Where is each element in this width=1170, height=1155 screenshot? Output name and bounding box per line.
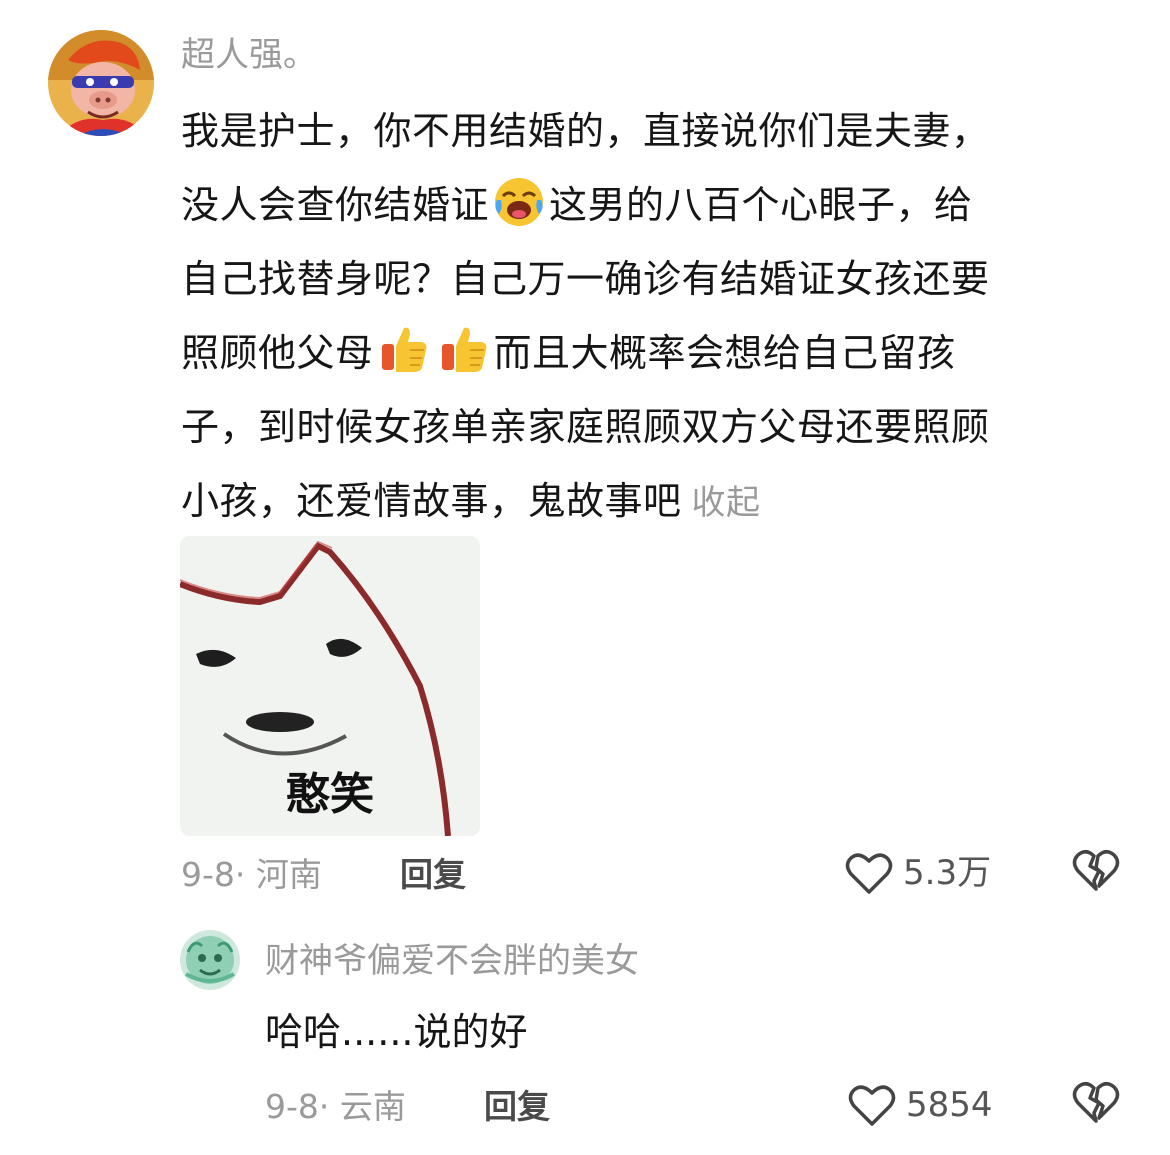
comment-line: 自己找替身呢？自己万一确诊有结婚证女孩还要 — [181, 257, 990, 301]
reply-like-count: 5854 — [906, 1085, 993, 1125]
reply-text: 哈哈......说的好 — [265, 1010, 528, 1054]
laughing-crying-emoji-icon — [491, 172, 547, 228]
reply-avatar[interactable] — [180, 930, 240, 990]
avatar[interactable] — [48, 30, 154, 136]
comment-line: 子，到时候女孩单亲家庭照顾双方父母还要照顾 — [181, 405, 990, 449]
comment-line: 照顾他父母 而且大概率会想给自己留孩 — [181, 316, 1131, 390]
reply-username[interactable]: 财神爷偏爱不会胖的美女 — [265, 936, 639, 986]
collapse-link[interactable]: 收起 — [692, 483, 761, 523]
dislike-button[interactable] — [1072, 848, 1122, 898]
pig-superhero-avatar-icon — [48, 30, 154, 136]
comment-line: 没人会查你结婚证 这男的八百个心眼子，给 — [181, 168, 1131, 242]
sticker-caption: 憨笑 — [286, 769, 374, 820]
heart-icon — [845, 851, 893, 895]
comment-date-location: 9-8· 河南 — [181, 855, 322, 894]
comment-line-part: 没人会查你结婚证 — [181, 183, 490, 227]
reply-dislike-button[interactable] — [1072, 1080, 1122, 1130]
sticker-image[interactable]: 憨笑 — [180, 536, 480, 836]
comment-line: 我是护士，你不用结婚的，直接说你们是夫妻， — [181, 109, 990, 153]
heart-icon — [848, 1083, 896, 1127]
broken-heart-icon — [1072, 850, 1120, 896]
comment-text: 我是护士，你不用结婚的，直接说你们是夫妻， 没人会查你结婚证 这男的八百个心眼子… — [181, 94, 1131, 538]
reply-date-location: 9-8· 云南 — [265, 1087, 406, 1126]
comment-username[interactable]: 超人强。 — [181, 30, 317, 80]
comment-line-part: 小孩，还爱情故事，鬼故事吧 — [181, 479, 682, 523]
reply-like-button[interactable]: 5854 — [848, 1078, 993, 1132]
reply-button[interactable]: 回复 — [484, 1082, 550, 1132]
comment-line-part: 这男的八百个心眼子，给 — [549, 183, 973, 227]
green-cartoon-avatar-icon — [180, 930, 240, 990]
thumbs-up-emoji-icon — [436, 320, 492, 376]
like-count: 5.3万 — [903, 853, 992, 893]
reply-button[interactable]: 回复 — [400, 850, 466, 900]
broken-heart-icon — [1072, 1082, 1120, 1128]
comment-line: 小孩，还爱情故事，鬼故事吧 收起 — [181, 464, 1131, 538]
thumbs-up-emoji-icon — [376, 320, 432, 376]
comment-line-part: 照顾他父母 — [181, 331, 374, 375]
comment-line-part: 而且大概率会想给自己留孩 — [493, 331, 956, 375]
like-button[interactable]: 5.3万 — [845, 846, 991, 900]
